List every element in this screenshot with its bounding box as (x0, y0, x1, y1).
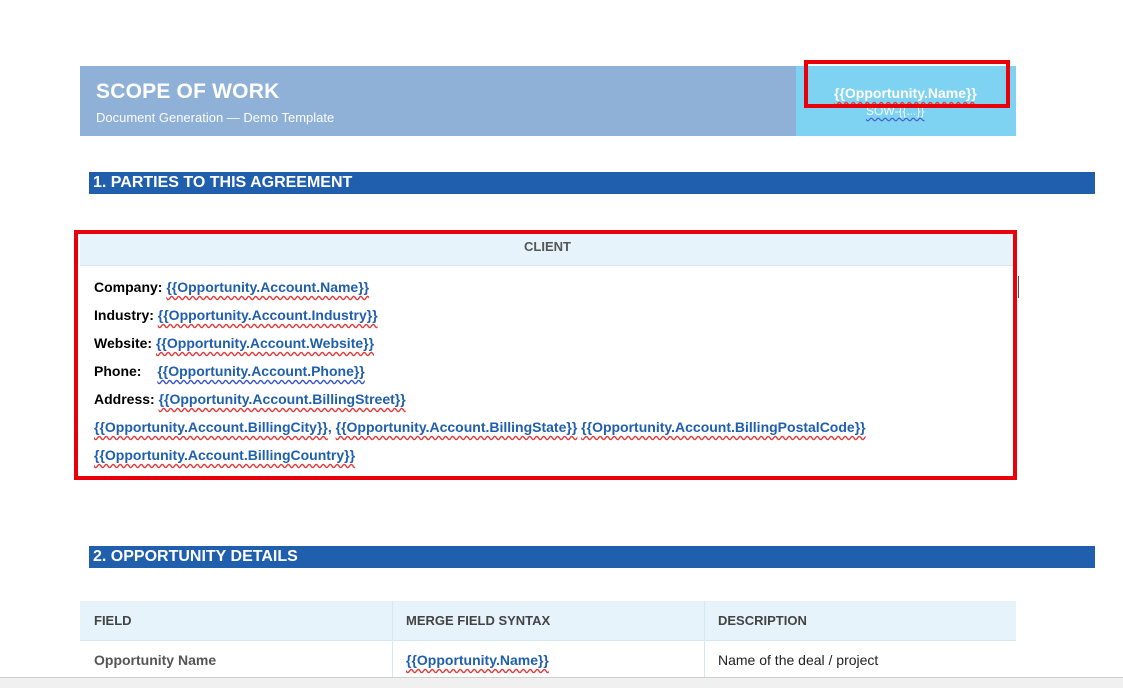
highlight-box-client (74, 230, 1017, 480)
section-heading-parties: 1. PARTIES TO THIS AGREEMENT (89, 172, 1095, 194)
text-cursor (1018, 276, 1019, 298)
highlight-box-opportunity-name (804, 60, 1010, 108)
section-heading-opportunity-details: 2. OPPORTUNITY DETAILS (89, 546, 1095, 568)
table-cell-field: Opportunity Name (94, 652, 217, 668)
table-header-field: FIELD (94, 613, 132, 628)
table-cell-description: Name of the deal / project (718, 652, 879, 668)
table-header-description: DESCRIPTION (718, 613, 807, 628)
document-page: SCOPE OF WORK Document Generation — Demo… (0, 0, 1123, 688)
bottom-edge-bar (0, 677, 1123, 688)
document-title: SCOPE OF WORK (96, 80, 280, 103)
document-subtitle: Document Generation — Demo Template (96, 110, 335, 125)
syntax-merge-field[interactable]: {{Opportunity.Name}} (406, 652, 549, 668)
table-cell-syntax: {{Opportunity.Name}} (392, 645, 704, 675)
table-header-syntax: MERGE FIELD SYNTAX (406, 613, 551, 628)
